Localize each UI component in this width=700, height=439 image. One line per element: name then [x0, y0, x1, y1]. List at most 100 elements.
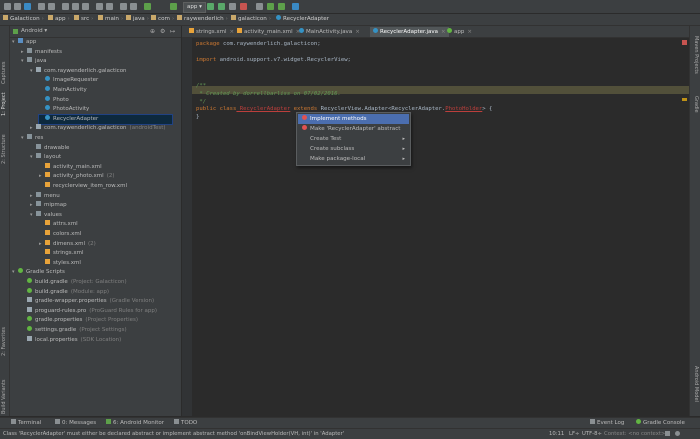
tab-favorites[interactable]: 2: Favorites: [1, 327, 7, 356]
settings-gear-icon[interactable]: ⚙: [160, 27, 165, 36]
tree-item[interactable]: ▾ res: [21, 134, 43, 143]
tree-item-label: layout: [44, 154, 62, 161]
tree-item[interactable]: recyclerview_item_row.xml: [39, 182, 127, 191]
tree-item[interactable]: ▸ com.raywenderlich.galacticon (androidTes…: [30, 124, 166, 133]
tab-project[interactable]: 1: Project: [1, 92, 7, 116]
save-icon[interactable]: [14, 3, 21, 10]
sync-icon[interactable]: [24, 3, 31, 10]
android-monitor-icon[interactable]: [278, 3, 285, 10]
crumb-main[interactable]: main ›: [98, 15, 123, 24]
editor-tab[interactable]: strings.xml ×: [186, 27, 237, 37]
tree-item[interactable]: ▸ mipmap: [30, 201, 67, 210]
crumb-recycleradapter[interactable]: RecyclerAdapter: [276, 15, 329, 24]
sdk-icon[interactable]: [267, 3, 274, 10]
intention-menu-item[interactable]: Create subclass ▸: [298, 144, 409, 154]
tree-item[interactable]: styles.xml: [39, 258, 81, 268]
debug-icon[interactable]: [218, 3, 225, 10]
tree-item[interactable]: ▾ com.raywenderlich.galacticon: [30, 66, 127, 76]
paste-icon[interactable]: [82, 3, 89, 10]
crumb-project[interactable]: Galacticon ›: [3, 15, 44, 24]
android-monitor-button[interactable]: 6: Android Monitor: [106, 419, 164, 428]
tree-item[interactable]: activity_main.xml: [39, 162, 102, 172]
tree-item[interactable]: ImageRequester: [39, 76, 98, 85]
editor-tab[interactable]: MainActivity.java ×: [296, 27, 363, 37]
tree-item[interactable]: RecyclerAdapter: [38, 113, 173, 125]
intention-menu-item[interactable]: Implement methods: [298, 114, 409, 124]
run-icon[interactable]: [207, 3, 214, 10]
terminal-button[interactable]: Terminal: [11, 419, 41, 428]
code-editor[interactable]: package com.raywenderlich.galacticon; im…: [182, 38, 689, 416]
open-icon[interactable]: [4, 3, 11, 10]
tree-item[interactable]: strings.xml: [39, 249, 84, 258]
forward-icon[interactable]: [130, 3, 137, 10]
replace-icon[interactable]: [106, 3, 113, 10]
tree-item[interactable]: drawable: [30, 143, 69, 153]
find-icon[interactable]: [96, 3, 103, 10]
messages-button[interactable]: 0: Messages: [55, 419, 96, 428]
crumb-raywenderlich[interactable]: raywenderlich ›: [177, 15, 228, 24]
tree-item[interactable]: ▾ values: [30, 210, 62, 220]
xml-file-icon: [189, 28, 194, 33]
event-log-button[interactable]: Event Log: [590, 419, 624, 428]
back-icon[interactable]: [120, 3, 127, 10]
help-icon[interactable]: [292, 3, 299, 10]
collapse-all-icon[interactable]: ⊕: [150, 27, 155, 36]
tab-gradle[interactable]: Gradle: [693, 96, 699, 113]
tree-item[interactable]: ▸ menu: [30, 191, 60, 201]
tree-item[interactable]: build.gradle (Project: Galacticon): [21, 278, 127, 287]
inspector-icon[interactable]: [675, 431, 680, 436]
crumb-src[interactable]: src ›: [74, 15, 93, 24]
tree-item[interactable]: settings.gradle (Project Settings): [21, 326, 127, 335]
make-icon[interactable]: [144, 3, 151, 10]
intention-menu-item[interactable]: Make package-local ▸: [298, 154, 409, 164]
tree-item[interactable]: build.gradle (Module: app): [21, 287, 109, 297]
run-config-select[interactable]: app ▾: [183, 2, 206, 13]
tree-item[interactable]: proguard-rules.pro (ProGuard Rules for ap…: [21, 306, 157, 316]
tree-item[interactable]: PhotoActivity: [39, 105, 89, 114]
close-tab-icon[interactable]: ×: [355, 29, 360, 35]
lock-icon[interactable]: [665, 431, 670, 436]
hide-panel-icon[interactable]: ↦: [170, 27, 175, 36]
tree-item[interactable]: gradle-wrapper.properties (Gradle Version…: [21, 297, 154, 306]
redo-icon[interactable]: [48, 3, 55, 10]
tree-item[interactable]: ▸ manifests: [21, 47, 62, 57]
tree-item[interactable]: Photo: [39, 95, 69, 105]
tree-item[interactable]: colors.xml: [39, 230, 81, 239]
tree-item[interactable]: ▾ app: [12, 38, 36, 47]
cut-icon[interactable]: [62, 3, 69, 10]
tree-item[interactable]: ▾ java: [21, 57, 47, 66]
intention-menu-item[interactable]: Make 'RecyclerAdapter' abstract: [298, 124, 409, 134]
project-view-selector[interactable]: Android ▾: [21, 27, 47, 36]
attach-icon[interactable]: [229, 3, 236, 10]
undo-icon[interactable]: [38, 3, 45, 10]
gradle-console-button[interactable]: Gradle Console: [636, 419, 685, 428]
avd-icon[interactable]: [256, 3, 263, 10]
tree-item[interactable]: attrs.xml: [39, 220, 78, 229]
warning-stripe-marker[interactable]: [682, 98, 687, 101]
copy-icon[interactable]: [72, 3, 79, 10]
tree-item[interactable]: ▸ dimens.xml (2): [39, 239, 96, 249]
todo-button[interactable]: TODO: [174, 419, 197, 428]
editor-tab[interactable]: app ×: [444, 27, 475, 37]
tree-item[interactable]: ▾ layout: [30, 153, 61, 162]
tree-item[interactable]: ▾ Gradle Scripts: [12, 268, 65, 277]
editor-tab-label: MainActivity.java: [306, 29, 353, 35]
close-tab-icon[interactable]: ×: [467, 29, 472, 35]
intention-menu-item[interactable]: Create Test ▸: [298, 134, 409, 144]
tree-item[interactable]: local.properties (SDK Location): [21, 335, 121, 345]
crumb-galacticon[interactable]: galacticon ›: [231, 15, 271, 24]
tree-item[interactable]: MainActivity: [39, 86, 87, 95]
editor-tab[interactable]: RecyclerAdapter.java ×: [370, 27, 449, 37]
crumb-com[interactable]: com ›: [151, 15, 174, 24]
tab-build-variants[interactable]: Build Variants: [1, 380, 7, 414]
tab-maven-projects[interactable]: Maven Projects: [693, 36, 699, 74]
tab-captures[interactable]: Captures: [1, 62, 7, 85]
tree-item[interactable]: ▸ activity_photo.xml (2): [39, 172, 114, 181]
tab-structure[interactable]: 2: Structure: [1, 134, 7, 164]
stop-icon[interactable]: [240, 3, 247, 10]
crumb-java[interactable]: java ›: [126, 15, 149, 24]
tree-item[interactable]: gradle.properties (Project Properties): [21, 316, 138, 325]
tab-android-model[interactable]: Android Model: [693, 366, 699, 402]
crumb-app[interactable]: app ›: [48, 15, 70, 24]
editor-tab[interactable]: activity_main.xml ×: [234, 27, 303, 37]
